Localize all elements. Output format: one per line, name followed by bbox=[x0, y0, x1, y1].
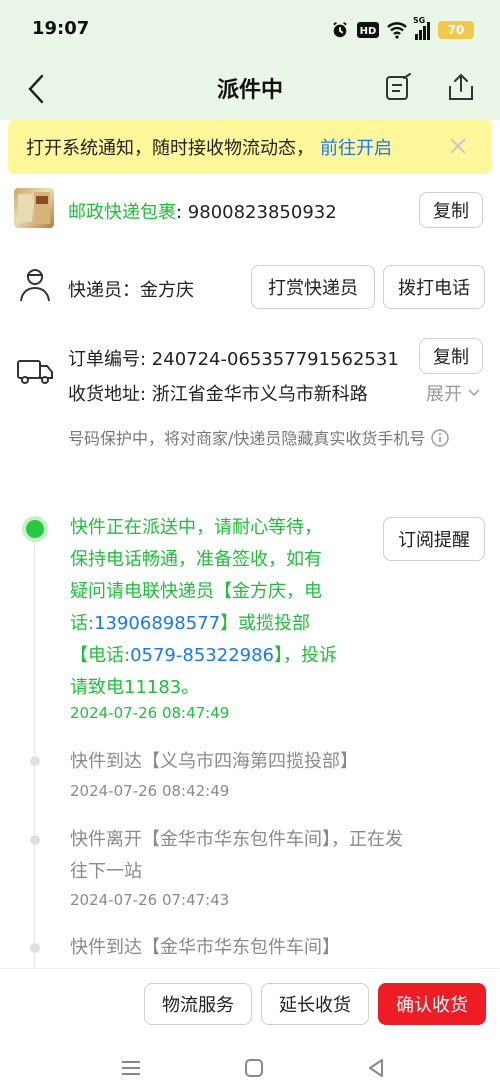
timeline-dot bbox=[30, 835, 40, 845]
event-line: 快件离开【金华市华东包件车间】，正在发 bbox=[70, 829, 403, 850]
truck-icon bbox=[17, 360, 53, 384]
timeline-event: 快件离开【金华市华东包件车间】，正在发 往下一站 bbox=[70, 824, 403, 888]
timeline-dot bbox=[30, 943, 40, 953]
timeline-dot-active bbox=[26, 520, 44, 538]
alarm-icon bbox=[333, 22, 347, 38]
courier-phone-link[interactable]: 13906898577 bbox=[94, 613, 220, 634]
copy-tracking-button[interactable]: 复制 bbox=[419, 192, 483, 228]
event-line: 疑问请电联快递员【金方庆，电 bbox=[70, 581, 322, 602]
notification-banner[interactable]: 打开系统通知，随时接收物流动态， 前往开启 bbox=[8, 120, 492, 174]
event-time: 2024-07-26 08:47:49 bbox=[70, 704, 230, 722]
event-time: 2024-07-26 07:47:43 bbox=[70, 891, 230, 909]
event-line: 快件正在派送中，请耐心等待， bbox=[70, 517, 322, 538]
close-icon[interactable] bbox=[446, 134, 470, 158]
battery-indicator: 70 bbox=[438, 21, 474, 39]
logistics-service-button[interactable]: 物流服务 bbox=[144, 983, 252, 1025]
privacy-notice: 号码保护中，将对商家/快递员隐藏真实收货手机号 bbox=[68, 424, 468, 454]
timeline-line bbox=[34, 530, 35, 970]
delivery-address: 收货地址: 浙江省金华市义乌市新科路 bbox=[68, 384, 368, 405]
timeline-dot bbox=[30, 756, 40, 766]
event-line: 话:13906898577】或揽投部 bbox=[70, 608, 370, 640]
privacy-text: 号码保护中，将对商家/快递员隐藏真实收货手机号 bbox=[68, 429, 426, 448]
home-icon[interactable] bbox=[243, 1057, 265, 1079]
share-icon[interactable] bbox=[446, 72, 476, 102]
call-courier-button[interactable]: 拨打电话 bbox=[383, 265, 485, 309]
copy-order-button[interactable]: 复制 bbox=[419, 338, 483, 374]
status-time: 19:07 bbox=[32, 18, 90, 39]
tip-courier-button[interactable]: 打赏快递员 bbox=[251, 265, 375, 309]
expand-label: 展开 bbox=[426, 384, 462, 405]
order-number: 订单编号: 240724-065357791562531 bbox=[68, 349, 399, 370]
chevron-down-icon bbox=[468, 389, 480, 397]
tracking-number: 9800823850932 bbox=[187, 202, 337, 223]
event-text: 】，投诉 bbox=[274, 645, 337, 666]
event-text: 【电话: bbox=[70, 645, 131, 666]
courier-name: 快递员：金方庆 bbox=[68, 280, 194, 301]
package-separator: : bbox=[176, 202, 188, 223]
svg-text:HD: HD bbox=[360, 26, 377, 37]
status-icons: HD 5G 70 bbox=[331, 16, 474, 42]
edit-icon[interactable] bbox=[384, 72, 414, 102]
event-text: 】或揽投部 bbox=[220, 613, 311, 634]
page-title: 派件中 bbox=[216, 78, 283, 103]
event-line: 【电话:0579-85322986】，投诉 bbox=[70, 640, 370, 672]
enable-notification-link[interactable]: 前往开启 bbox=[320, 134, 392, 160]
wifi-icon bbox=[387, 22, 407, 39]
product-thumbnail[interactable] bbox=[14, 188, 54, 228]
hd-icon: HD bbox=[357, 22, 379, 38]
carrier-name: 邮政快递包裹 bbox=[68, 202, 176, 223]
event-line: 请致电11183。 bbox=[70, 677, 200, 698]
confirm-receipt-button[interactable]: 确认收货 bbox=[378, 983, 486, 1025]
package-info: 邮政快递包裹: 9800823850932 bbox=[68, 198, 337, 224]
subscribe-reminder-button[interactable]: 订阅提醒 bbox=[383, 517, 485, 561]
expand-address[interactable]: 展开 bbox=[426, 380, 480, 406]
timeline-event-current: 快件正在派送中，请耐心等待， 保持电话畅通，准备签收，如有 疑问请电联快递员【金… bbox=[70, 512, 370, 704]
extend-receipt-button[interactable]: 延长收货 bbox=[261, 983, 369, 1025]
event-line: 保持电话畅通，准备签收，如有 bbox=[70, 549, 322, 570]
station-phone-link[interactable]: 0579-85322986 bbox=[130, 645, 274, 666]
back-icon[interactable] bbox=[366, 1057, 386, 1079]
product-image-icon bbox=[18, 192, 50, 224]
timeline-event: 快件到达【义乌市四海第四揽投部】 bbox=[70, 751, 358, 772]
courier-avatar-icon bbox=[20, 269, 50, 302]
event-time: 2024-07-26 08:42:49 bbox=[70, 782, 230, 800]
info-icon[interactable] bbox=[431, 429, 450, 447]
event-text: 话: bbox=[70, 613, 95, 634]
timeline-event: 快件到达【金华市华东包件车间】 bbox=[70, 937, 340, 958]
notice-text: 打开系统通知，随时接收物流动态， bbox=[26, 138, 314, 159]
signal-icon: 5G bbox=[413, 16, 430, 40]
menu-icon[interactable] bbox=[120, 1058, 142, 1078]
event-line: 往下一站 bbox=[70, 861, 142, 882]
